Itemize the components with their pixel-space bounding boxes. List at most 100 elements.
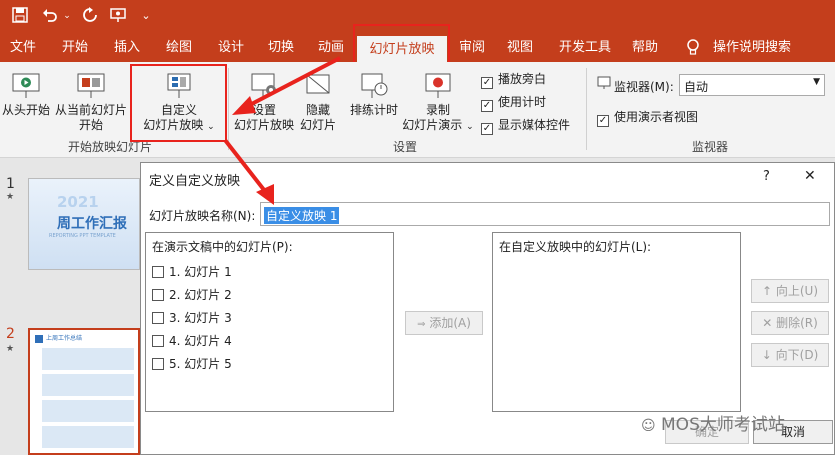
thumb2-content-block: [42, 348, 134, 448]
setup-slide-show-button[interactable]: 设置 幻灯片放映: [232, 70, 296, 133]
right-arrow-icon: ⇒: [417, 319, 426, 330]
presenter-view-checkbox[interactable]: ✓ 使用演示者视图: [597, 109, 698, 127]
thumb2-header-icon: [35, 335, 43, 343]
slide-option-3[interactable]: 3. 幻灯片 3: [152, 310, 232, 326]
presentation-slides-list[interactable]: 在演示文稿中的幻灯片(P): 1. 幻灯片 1 2. 幻灯片 2 3. 幻灯片 …: [145, 232, 394, 412]
tab-animations[interactable]: 动画: [310, 34, 352, 62]
slide-option-2[interactable]: 2. 幻灯片 2: [152, 287, 232, 303]
thumb1-title: 周工作汇报: [57, 216, 127, 232]
show-name-label: 幻灯片放映名称(N):: [149, 209, 256, 223]
slide-thumbnail-2[interactable]: 上周工作总结: [28, 328, 140, 455]
delete-button[interactable]: ✕ 删除(R): [751, 311, 829, 335]
tab-file[interactable]: 文件: [2, 34, 44, 62]
use-timings-checkbox[interactable]: ✓ 使用计时: [481, 94, 546, 112]
hide-label-1: 隐藏: [305, 103, 330, 117]
record-slide-show-button[interactable]: 录制 幻灯片演示 ⌄: [402, 70, 474, 135]
hide-slide-button[interactable]: 隐藏 幻灯片: [296, 70, 340, 133]
chevron-down-icon[interactable]: ⌄: [62, 7, 72, 25]
slide-option-1[interactable]: 1. 幻灯片 1: [152, 264, 232, 280]
group-separator: [586, 68, 587, 150]
custom-show-slides-header: 在自定义放映中的幻灯片(L):: [499, 240, 652, 254]
tab-developer[interactable]: 开发工具: [552, 34, 618, 62]
move-down-button[interactable]: ↓ 向下(D): [751, 343, 829, 367]
record-label-2: 幻灯片演示: [402, 118, 463, 132]
play-narrations-checkbox[interactable]: ✓ 播放旁白: [481, 71, 546, 89]
move-up-button[interactable]: ↑ 向上(U): [751, 279, 829, 303]
up-arrow-icon: ↑: [761, 284, 773, 298]
hide-label-2: 幻灯片: [299, 118, 336, 132]
rehearse-icon: [361, 73, 388, 98]
slide-number-1: 1: [6, 176, 15, 192]
add-button-label: 添加(A): [429, 316, 471, 330]
slide-star-1: ★: [6, 192, 15, 202]
from-current-label-1: 从当前幻灯片: [54, 103, 127, 117]
checkbox-icon: [152, 358, 164, 370]
rehearse-label: 排练计时: [349, 103, 398, 117]
tell-me-search[interactable]: 操作说明搜索: [706, 34, 798, 62]
slide-option-4[interactable]: 4. 幻灯片 4: [152, 333, 232, 349]
close-button[interactable]: ✕: [804, 168, 816, 184]
present-from-beginning-icon[interactable]: [108, 7, 130, 27]
from-beginning-label: 从头开始: [1, 103, 50, 117]
down-arrow-icon: ↓: [761, 348, 772, 362]
slide-thumbnail-1[interactable]: 2021 周工作汇报 REPORTING PPT TEMPLATE: [28, 178, 140, 270]
move-up-label: 向上(U): [775, 284, 819, 298]
help-button[interactable]: ?: [763, 169, 770, 184]
checkbox-icon: [152, 335, 164, 347]
lightbulb-icon: [683, 34, 703, 62]
slide-option-5[interactable]: 5. 幻灯片 5: [152, 356, 232, 372]
setup-label-2: 幻灯片放映: [233, 118, 294, 132]
ribbon-panel: 从头开始 从当前幻灯片 开始 自定义 幻灯片放映 ⌄ 开始放映幻灯片 设置 幻灯…: [0, 62, 835, 158]
group-label-monitor: 监视器: [691, 140, 728, 154]
record-label-1: 录制: [425, 103, 450, 117]
record-icon: [425, 73, 451, 98]
delete-x-icon: ✕: [762, 316, 773, 330]
tab-design[interactable]: 设计: [210, 34, 252, 62]
checkmark-icon: ✓: [481, 77, 493, 89]
checkmark-icon: ✓: [597, 115, 609, 127]
monitor-select[interactable]: 自动 ▼: [679, 74, 825, 96]
from-current-label-2: 开始: [78, 118, 103, 132]
tab-review[interactable]: 审阅: [452, 34, 492, 62]
tab-help[interactable]: 帮助: [624, 34, 666, 62]
play-slideshow-icon: [12, 73, 40, 98]
rehearse-timings-button[interactable]: 排练计时: [346, 70, 402, 118]
checkbox-icon: [152, 289, 164, 301]
customize-qat-icon[interactable]: ⌄: [140, 7, 152, 25]
tab-home[interactable]: 开始: [54, 34, 96, 62]
delete-label: 删除(R): [776, 316, 818, 330]
wechat-logo-icon: ☺: [641, 418, 656, 434]
setup-label-1: 设置: [251, 103, 276, 117]
show-media-controls-checkbox[interactable]: ✓ 显示媒体控件: [481, 117, 570, 135]
custom-show-slides-list[interactable]: 在自定义放映中的幻灯片(L):: [492, 232, 741, 412]
monitor-label: 监视器(M):: [614, 80, 674, 94]
redo-icon[interactable]: [80, 7, 100, 27]
chevron-down-icon: ⌄: [466, 122, 474, 132]
checkbox-icon: [152, 266, 164, 278]
save-icon[interactable]: [10, 7, 30, 27]
watermark: ☺ MOS大师考试站: [641, 410, 785, 435]
hide-slide-icon: [306, 74, 330, 94]
watermark-text: MOS大师考试站: [661, 415, 785, 435]
move-down-label: 向下(D): [775, 348, 819, 362]
tab-insert[interactable]: 插入: [106, 34, 148, 62]
from-current-button[interactable]: 从当前幻灯片 开始: [54, 70, 128, 133]
group-separator: [228, 68, 229, 150]
presentation-slides-header: 在演示文稿中的幻灯片(P):: [152, 240, 293, 254]
from-beginning-button[interactable]: 从头开始: [0, 70, 52, 118]
tab-transitions[interactable]: 切换: [260, 34, 302, 62]
dialog-title: 定义自定义放映: [149, 174, 241, 189]
undo-icon[interactable]: [40, 7, 60, 27]
show-name-input[interactable]: 自定义放映 1: [260, 202, 830, 226]
tab-view[interactable]: 视图: [500, 34, 540, 62]
group-label-setup: 设置: [392, 140, 417, 154]
checkmark-icon: ✓: [481, 100, 493, 112]
tab-draw[interactable]: 绘图: [158, 34, 200, 62]
thumb1-subtitle: REPORTING PPT TEMPLATE: [49, 233, 116, 239]
slide-number-2: 2: [6, 326, 15, 342]
add-button[interactable]: ⇒ 添加(A): [405, 311, 483, 335]
checkmark-icon: ✓: [481, 123, 493, 135]
highlight-custom-show-box: [130, 64, 227, 142]
setup-show-icon: [251, 73, 276, 98]
define-custom-show-dialog: 定义自定义放映 ? ✕ 幻灯片放映名称(N): 自定义放映 1 在演示文稿中的幻…: [140, 162, 835, 455]
